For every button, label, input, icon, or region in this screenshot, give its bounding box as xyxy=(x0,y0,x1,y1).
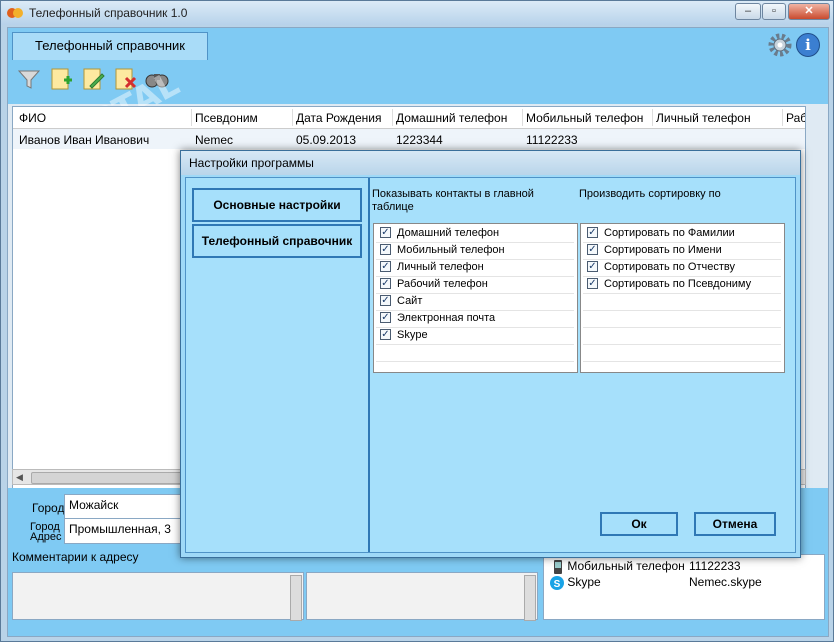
checkbox[interactable]: ✓ xyxy=(587,227,598,238)
checkbox[interactable]: ✓ xyxy=(587,244,598,255)
checkbox-label: Сортировать по Фамилии xyxy=(604,227,735,239)
notes-textarea[interactable] xyxy=(306,572,538,621)
cancel-button[interactable]: Отмена xyxy=(694,512,776,536)
title-bar: Телефонный справочник 1.0 – ▫ ✕ xyxy=(1,1,833,25)
tab-bar: Телефонный справочник i xyxy=(8,28,828,60)
city-field[interactable]: Можайск xyxy=(64,494,184,520)
table-row[interactable]: Иванов Иван Иванович Nemec 05.09.2013 12… xyxy=(13,129,805,149)
list-item[interactable]: ✓ Электронная почта xyxy=(376,310,574,328)
tab-phonebook[interactable]: Телефонный справочник xyxy=(12,32,208,60)
column-header[interactable]: ФИО xyxy=(19,111,46,125)
table-header: ФИО Псевдоним Дата Рождения Домашний тел… xyxy=(13,107,805,129)
sort-header: Производить сортировку по xyxy=(579,188,721,200)
column-header[interactable]: Домашний телефон xyxy=(396,111,507,125)
column-header[interactable]: Личный телефон xyxy=(656,111,751,125)
window-title: Телефонный справочник 1.0 xyxy=(29,6,188,20)
gear-icon[interactable] xyxy=(768,33,792,57)
checkbox-label: Сортировать по Отчеству xyxy=(604,261,735,273)
list-item[interactable]: ✓ Личный телефон xyxy=(376,259,574,277)
contact-label: Мобильный телефон xyxy=(567,559,685,573)
list-item: Мобильный телефон xyxy=(552,559,685,574)
checkbox[interactable]: ✓ xyxy=(380,227,391,238)
list-item[interactable]: ✓ Сортировать по Псевдониму xyxy=(583,276,781,294)
minimize-button[interactable]: – xyxy=(735,3,761,20)
column-header[interactable]: Мобильный телефон xyxy=(526,111,643,125)
address-label: Город Адрес xyxy=(30,521,62,543)
skype-icon: S xyxy=(550,575,564,590)
comment-label: Комментарии к адресу xyxy=(12,550,139,564)
contact-value: Nemec.skype xyxy=(689,575,762,589)
list-item[interactable]: ✓ Сортировать по Фамилии xyxy=(583,225,781,243)
column-header[interactable]: Рабочи xyxy=(786,111,805,125)
list-item xyxy=(376,344,574,362)
phone-icon xyxy=(554,559,562,574)
checkbox-label: Мобильный телефон xyxy=(397,244,505,256)
checkbox[interactable]: ✓ xyxy=(380,278,391,289)
edit-contact-icon[interactable] xyxy=(80,66,106,92)
contact-details-list: Мобильный телефон 11122233 S Skype Nemec… xyxy=(543,554,825,620)
settings-dialog: Настройки программы Основные настройки Т… xyxy=(180,150,801,558)
dialog-title-bar: Настройки программы xyxy=(181,151,800,175)
cell-home-phone: 1223344 xyxy=(396,133,443,147)
list-item[interactable]: ✓ Рабочий телефон xyxy=(376,276,574,294)
maximize-button[interactable]: ▫ xyxy=(762,3,786,20)
list-item[interactable]: ✓ Сортировать по Имени xyxy=(583,242,781,260)
checkbox[interactable]: ✓ xyxy=(380,244,391,255)
list-item xyxy=(583,310,781,328)
dialog-nav: Основные настройки Телефонный справочник xyxy=(186,178,370,552)
nav-phonebook[interactable]: Телефонный справочник xyxy=(192,224,362,258)
list-item xyxy=(583,293,781,311)
checkbox-label: Сортировать по Псевдониму xyxy=(604,278,752,290)
comment-textarea[interactable] xyxy=(12,572,304,621)
contact-label: Skype xyxy=(567,575,601,589)
cell-nickname: Nemec xyxy=(195,133,234,147)
add-contact-icon[interactable] xyxy=(48,66,74,92)
dialog-title: Настройки программы xyxy=(189,156,314,170)
list-item xyxy=(583,344,781,362)
checkbox-label: Личный телефон xyxy=(397,261,484,273)
toolbar: PORTAL xyxy=(8,60,828,168)
checkbox[interactable]: ✓ xyxy=(587,261,598,272)
cell-name: Иванов Иван Иванович xyxy=(19,133,150,147)
column-header[interactable]: Псевдоним xyxy=(195,111,258,125)
checkbox[interactable]: ✓ xyxy=(587,278,598,289)
checkbox[interactable]: ✓ xyxy=(380,312,391,323)
sort-options-list: ✓ Сортировать по Фамилии ✓ Сортировать по … xyxy=(580,223,785,373)
checkbox-label: Сайт xyxy=(397,295,423,307)
info-icon[interactable]: i xyxy=(796,33,820,57)
checkbox-label: Рабочий телефон xyxy=(397,278,488,290)
checkbox-label: Электронная почта xyxy=(397,312,496,324)
checkbox[interactable]: ✓ xyxy=(380,261,391,272)
ok-button[interactable]: Ок xyxy=(600,512,678,536)
list-item[interactable]: ✓ Сайт xyxy=(376,293,574,311)
city-label: Город xyxy=(32,501,65,515)
list-item[interactable]: ✓ Мобильный телефон xyxy=(376,242,574,260)
column-header[interactable]: Дата Рождения xyxy=(296,111,381,125)
checkbox[interactable]: ✓ xyxy=(380,295,391,306)
checkbox[interactable]: ✓ xyxy=(380,329,391,340)
checkbox-label: Домашний телефон xyxy=(397,227,500,239)
address-field[interactable]: Промышленная, 3 xyxy=(64,518,184,544)
list-item[interactable]: ✓ Домашний телефон xyxy=(376,225,574,243)
close-button[interactable]: ✕ xyxy=(788,3,830,20)
checkbox-label: Skype xyxy=(397,329,428,341)
contact-value: 11122233 xyxy=(689,559,741,573)
checkbox-label: Сортировать по Имени xyxy=(604,244,722,256)
list-item[interactable]: ✓ Сортировать по Отчеству xyxy=(583,259,781,277)
cell-mobile-phone: 11122233 xyxy=(526,133,578,147)
list-item xyxy=(583,327,781,345)
app-icon xyxy=(7,8,23,18)
dialog-body: Основные настройки Телефонный справочник… xyxy=(185,177,796,553)
show-contacts-list: ✓ Домашний телефон ✓ Мобильный телефон ✓ Ли… xyxy=(373,223,578,373)
filter-icon[interactable] xyxy=(16,66,42,92)
list-item[interactable]: ✓ Skype xyxy=(376,327,574,345)
nav-main-settings[interactable]: Основные настройки xyxy=(192,188,362,222)
scroll-left-icon[interactable]: ◀ xyxy=(16,472,23,483)
show-contacts-header: Показывать контакты в главной таблице xyxy=(372,188,534,213)
cell-birthdate: 05.09.2013 xyxy=(296,133,357,147)
svg-text:S: S xyxy=(554,579,561,590)
list-item: S Skype xyxy=(550,575,601,590)
